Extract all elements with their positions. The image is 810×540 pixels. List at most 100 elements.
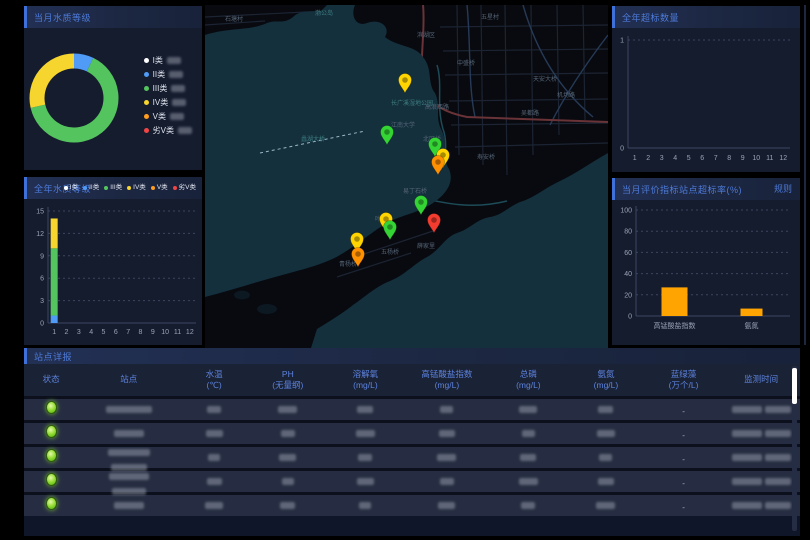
x-tick: 5 [687,155,691,162]
dashboard: 当月水质等级 I类II类III类IV类V类劣V类 全年水质等级 I类II类III… [0,0,810,540]
panel-title: 当月评价指标站点超标率(%) [622,185,742,195]
redacted-value [596,502,615,509]
map-label: 长广溪湿地公园 [391,99,433,107]
cell-高锰酸盐指数 [404,473,489,491]
map-label: 蠡湖大桥 [301,135,325,143]
cell-蓝绿藻: - [645,497,723,515]
panel-header: 站点详报 [24,348,800,364]
table-row[interactable]: - [24,420,800,444]
redacted-value [439,430,455,437]
legend-item[interactable]: I类 [64,177,78,199]
legend-item[interactable]: II类 [144,68,192,81]
table-scrollbar-track[interactable] [792,366,797,531]
stacked-bar-segment-II类[interactable] [51,316,58,323]
cell-蓝绿藻: - [645,473,723,491]
redacted-value [521,502,535,509]
panel-title: 当月水质等级 [34,13,91,23]
algae-value: - [682,503,685,512]
header-accent [24,348,27,364]
panel-title: 全年超标数量 [622,13,679,23]
x-tick: 12 [779,155,787,162]
redacted-time [765,430,791,437]
legend-item[interactable]: IV类 [144,96,192,109]
legend-label: IV类 [153,97,169,108]
legend-label: I类 [70,177,78,199]
redacted-value [207,406,221,413]
y-tick: 6 [40,276,44,283]
stacked-bar-segment-IV类[interactable] [51,218,58,248]
legend-item[interactable]: I类 [144,54,192,67]
redacted-value [206,430,223,437]
legend-item[interactable]: IV类 [127,177,146,199]
cell-监测时间 [722,497,800,515]
redacted-value [598,406,613,413]
legend-item[interactable]: V类 [151,177,168,199]
legend-item[interactable]: III类 [144,82,192,95]
panel-header: 当月水质等级 [24,6,202,28]
column-header-高锰酸盐指数: 高锰酸盐指数(mg/L) [404,369,489,391]
column-header-总磷: 总磷(mg/L) [490,369,568,391]
redacted-station-name [109,473,149,480]
header-accent [612,178,615,200]
table-row[interactable]: - [24,396,800,420]
cell-总磷 [490,473,568,491]
panel-header: 全年超标数量 [612,6,800,28]
map[interactable]: 石塘村渤公岛五星村滨湖区中盛桥蠡湖大桥天安大桥机场路高浪西路吴都路长广溪湿地公园… [205,5,608,348]
map-label: 中盛桥 [457,59,475,67]
redacted-station-name [112,488,146,495]
cell-监测时间 [722,425,800,443]
rate-bar-高锰酸盐指数[interactable] [662,287,688,316]
x-tick: 1 [52,329,56,336]
header-accent [24,6,27,28]
legend-item[interactable]: V类 [144,110,192,123]
donut-slice-IV类[interactable] [37,61,74,106]
redacted-value [597,430,615,437]
redacted-value [208,454,220,461]
cell-高锰酸盐指数 [404,449,489,467]
x-tick: 8 [727,155,731,162]
x-tick: 12 [186,329,194,336]
legend-item[interactable]: II类 [83,177,99,199]
cell-蓝绿藻: - [645,401,723,419]
legend-item[interactable]: 劣V类 [173,177,196,199]
cell-站点 [78,401,179,419]
y-tick: 40 [624,271,632,278]
cell-水温 [179,449,249,467]
table-row[interactable]: - [24,444,800,468]
algae-value: - [682,455,685,464]
table-scrollbar-thumb[interactable] [792,368,797,404]
y-tick: 0 [40,321,44,328]
cell-水温 [179,497,249,515]
redacted-value [437,454,456,461]
redacted-date [732,478,762,485]
exceed-line-chart: 01123456789101112 [612,28,800,172]
cell-水温 [179,425,249,443]
status-dot-normal [46,473,57,486]
cell-总磷 [490,497,568,515]
header-accent [24,177,27,199]
column-header-站点: 站点 [78,374,179,385]
map-label: 薛家里 [417,242,435,250]
x-tick: 11 [174,329,181,336]
stacked-bar-segment-III类[interactable] [51,248,58,315]
table-row[interactable]: - [24,468,800,492]
legend-item[interactable]: 劣V类 [144,124,192,137]
cell-溶解氧 [327,401,405,419]
legend-dot [151,186,155,190]
rate-bar-氨氮[interactable] [741,309,763,316]
donut-slice-II类[interactable] [74,61,90,65]
cell-状态 [24,401,78,419]
rules-button[interactable]: 规则 [774,178,792,200]
map-island [257,304,277,314]
y-tick: 9 [40,253,44,260]
x-tick: 1 [633,155,637,162]
map-island [234,291,250,300]
table-row[interactable]: - [24,492,800,516]
panel-header: 全年水质等级 I类II类III类IV类V类劣V类 [24,177,202,199]
cell-状态 [24,497,78,515]
legend-item[interactable]: III类 [104,177,122,199]
stacked-legend: I类 II类 III类 IV类 V类劣V类 [59,177,196,199]
status-dot-normal [46,401,57,414]
table-header-row: 状态站点水温(℃)PH(无量纲)溶解氧(mg/L)高锰酸盐指数(mg/L)总磷(… [24,364,800,396]
panel-month-rate: 当月评价指标站点超标率(%) 规则 020406080100高锰酸盐指数氨氮 [612,178,800,345]
